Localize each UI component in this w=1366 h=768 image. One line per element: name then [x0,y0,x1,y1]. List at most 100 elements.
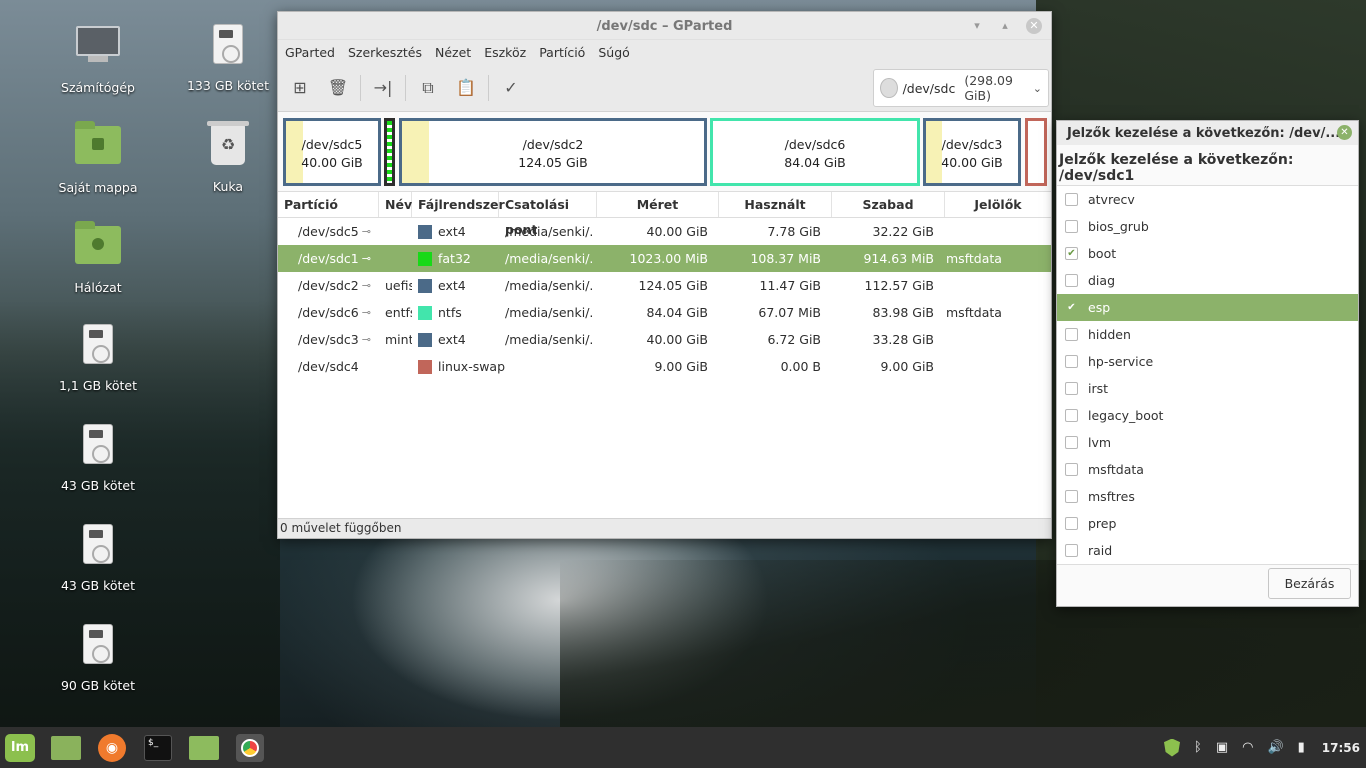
flag-msftdata[interactable]: msftdata [1057,456,1358,483]
col-free[interactable]: Szabad [832,192,945,217]
menu-partition[interactable]: Partíció [534,45,593,60]
fs-color-swatch [418,305,432,320]
desktop-icon-trash[interactable]: ♻ Kuka [168,120,288,194]
checkbox[interactable] [1065,463,1078,476]
checkbox[interactable] [1065,328,1078,341]
mounted-key-icon: ⊸ [361,225,371,238]
titlebar[interactable]: /dev/sdc – GParted ▾ ▴ ✕ [278,12,1051,40]
flag-hidden[interactable]: hidden [1057,321,1358,348]
copy-icon[interactable]: ⧉ [409,69,447,107]
flag-diag[interactable]: diag [1057,267,1358,294]
volume-icon[interactable]: 🔊 [1267,740,1283,755]
checkbox[interactable] [1065,436,1078,449]
desktop-icon-volume-133[interactable]: 133 GB kötet [168,20,288,93]
table-row[interactable]: /dev/sdc5 ⊸ ext4 /media/senki/... 40.00 G… [278,218,1051,245]
launcher-terminal[interactable]: $_ [135,727,181,768]
device-selector[interactable]: /dev/sdc (298.09 GiB) ⌄ [873,69,1049,107]
flag-hp-service[interactable]: hp-service [1057,348,1358,375]
fs-color-swatch [418,251,432,266]
table-row[interactable]: /dev/sdc3 ⊸ mint ext4 /media/senki/... 40… [278,326,1051,353]
apply-icon[interactable]: ✓ [492,69,530,107]
table-row[interactable]: /dev/sdc2 ⊸ uefis ext4 /media/senki/... 1… [278,272,1051,299]
flag-raid[interactable]: raid [1057,537,1358,564]
map-partition-sdc5[interactable]: /dev/sdc5 40.00 GiB [283,118,381,186]
launcher-firefox[interactable]: ◉ [89,727,135,768]
checkbox[interactable] [1065,517,1078,530]
paste-icon[interactable]: 📋 [447,69,485,107]
flag-atvrecv[interactable]: atvrecv [1057,186,1358,213]
flag-esp[interactable]: ✔ esp [1057,294,1358,321]
menu-edit[interactable]: Szerkesztés [343,45,430,60]
map-partition-sdc3[interactable]: /dev/sdc3 40.00 GiB [923,118,1021,186]
minimize-icon[interactable]: ▾ [969,18,985,34]
checkbox[interactable] [1065,274,1078,287]
delete-partition-icon[interactable]: 🗑 [319,69,357,107]
desktop-icon-volume-1-1[interactable]: 1,1 GB kötet [38,320,158,393]
col-partition[interactable]: Partíció [278,192,379,217]
flag-prep[interactable]: prep [1057,510,1358,537]
menu-gparted[interactable]: GParted [280,45,343,60]
table-row[interactable]: /dev/sdc4 linux-swap 9.00 GiB 0.00 B 9.0… [278,353,1051,380]
checkbox-checked[interactable]: ✔ [1065,247,1078,260]
system-tray: ᛒ ▣ ◠ 🔊 ▮ 17:56 [1157,738,1366,757]
close-icon[interactable]: ✕ [1026,18,1042,34]
launcher-show-desktop[interactable] [43,727,89,768]
flag-irst[interactable]: irst [1057,375,1358,402]
desktop-icon-computer[interactable]: Számítógép [38,20,158,95]
menubar: GParted Szerkesztés Nézet Eszköz Partíci… [278,40,1051,64]
shield-icon[interactable] [1164,738,1180,757]
col-name[interactable]: Név [379,192,412,217]
partition-map: /dev/sdc5 40.00 GiB /dev/sdc2 124.05 GiB /… [278,112,1051,192]
table-row-selected[interactable]: /dev/sdc1 ⊸ fat32 /media/senki/... 1023.0… [278,245,1051,272]
col-filesystem[interactable]: Fájlrendszer [412,192,505,217]
bluetooth-icon[interactable]: ᛒ [1194,740,1202,755]
flag-msftres[interactable]: msftres [1057,483,1358,510]
col-flags[interactable]: Jelölők [945,192,1051,217]
close-button[interactable]: Bezárás [1268,568,1351,599]
checkbox[interactable] [1065,490,1078,503]
checkbox-checked[interactable]: ✔ [1065,301,1078,314]
launcher-chrome[interactable] [227,727,273,768]
checkbox[interactable] [1065,382,1078,395]
desktop-icon-volume-43-b[interactable]: 43 GB kötet [38,520,158,593]
new-partition-icon[interactable]: ⊞ [281,69,319,107]
flag-legacy-boot[interactable]: legacy_boot [1057,402,1358,429]
launcher-files[interactable] [181,727,227,768]
drive-icon [74,524,122,572]
desktop-icon-volume-90[interactable]: 90 GB kötet [38,620,158,693]
map-partition-sdc6[interactable]: /dev/sdc6 84.04 GiB [710,118,920,186]
maximize-icon[interactable]: ▴ [997,18,1013,34]
flag-bios-grub[interactable]: bios_grub [1057,213,1358,240]
checkbox[interactable] [1065,409,1078,422]
checkbox[interactable] [1065,220,1078,233]
desktop-icon-volume-43-a[interactable]: 43 GB kötet [38,420,158,493]
menu-device[interactable]: Eszköz [479,45,534,60]
clock[interactable]: 17:56 [1322,741,1360,755]
col-mountpoint[interactable]: Csatolási pont [499,192,597,237]
desktop-icon-home[interactable]: Saját mappa [38,120,158,195]
checkbox[interactable] [1065,193,1078,206]
flag-boot[interactable]: ✔ boot [1057,240,1358,267]
table-row[interactable]: /dev/sdc6⊸ entfs ntfs /media/senki/... 8… [278,299,1051,326]
menu-help[interactable]: Súgó [593,45,637,60]
map-partition-sdc1[interactable] [384,118,395,186]
battery-icon[interactable]: ▮ [1298,740,1305,755]
drive-icon [204,24,252,72]
map-partition-sdc4[interactable] [1025,118,1047,186]
checkbox[interactable] [1065,355,1078,368]
checkbox[interactable] [1065,544,1078,557]
map-partition-sdc2[interactable]: /dev/sdc2 124.05 GiB [399,118,707,186]
drive-icon [74,424,122,472]
resize-move-icon[interactable]: →| [364,69,402,107]
col-size[interactable]: Méret [597,192,719,217]
dialog-titlebar[interactable]: Jelzők kezelése a következőn: /dev/... ✕ [1057,121,1358,145]
col-used[interactable]: Használt [719,192,832,217]
desktop-icon-network[interactable]: Hálózat [38,220,158,295]
close-icon[interactable]: ✕ [1337,125,1352,140]
flag-lvm[interactable]: lvm [1057,429,1358,456]
menu-view[interactable]: Nézet [430,45,479,60]
menu-button[interactable]: lm [0,727,43,768]
clipboard-icon[interactable]: ▣ [1216,740,1228,755]
manage-flags-dialog: Jelzők kezelése a következőn: /dev/... ✕… [1056,120,1359,607]
wifi-icon[interactable]: ◠ [1242,740,1253,755]
